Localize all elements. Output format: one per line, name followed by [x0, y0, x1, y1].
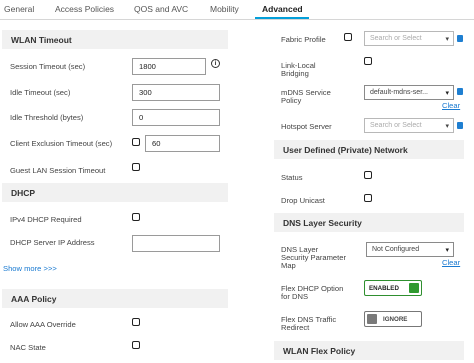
link-local-label-line2: Bridging [281, 69, 309, 78]
flex-dns-redirect-toggle[interactable]: IGNORE [364, 311, 422, 327]
fabric-profile-checkbox[interactable] [344, 33, 352, 41]
allow-aaa-override-checkbox[interactable] [132, 318, 140, 326]
ipv4-dhcp-required-label: IPv4 DHCP Required [10, 215, 82, 224]
nac-state-label: NAC State [10, 343, 46, 352]
dns-layer-security-header: DNS Layer Security [274, 213, 464, 232]
aaa-policy-header: AAA Policy [2, 289, 228, 308]
tab-qos-avc[interactable]: QOS and AVC [134, 4, 188, 14]
nac-state-checkbox[interactable] [132, 341, 140, 349]
flex-dhcp-dns-toggle-label: ENABLED [369, 285, 399, 292]
client-exclusion-input[interactable] [145, 135, 220, 152]
flex-dhcp-dns-label-line2: for DNS [281, 292, 309, 301]
fabric-profile-select[interactable]: Search or Select ▾ [364, 31, 454, 46]
toggle-knob [409, 283, 419, 293]
mdns-policy-label-line2: Policy [281, 96, 302, 105]
wlan-flex-policy-header: WLAN Flex Policy [274, 341, 464, 360]
mdns-clear-link[interactable]: Clear [442, 101, 460, 110]
flex-dns-redirect-toggle-label: IGNORE [383, 316, 408, 323]
dns-param-map-label-line3: Map [281, 261, 296, 270]
guest-lan-timeout-label: Guest LAN Session Timeout [10, 166, 106, 175]
chevron-down-icon: ▾ [445, 90, 449, 97]
dhcp-server-ip-input[interactable] [132, 235, 220, 252]
tab-access-policies[interactable]: Access Policies [55, 4, 114, 14]
ipv4-dhcp-required-checkbox[interactable] [132, 213, 140, 221]
tab-bar: General Access Policies QOS and AVC Mobi… [0, 0, 474, 20]
drop-unicast-label: Drop Unicast [281, 196, 325, 205]
chevron-down-icon: ▾ [445, 247, 449, 254]
flex-dhcp-dns-toggle[interactable]: ENABLED [364, 280, 422, 296]
client-exclusion-checkbox[interactable] [132, 138, 140, 146]
hotspot-server-label: Hotspot Server [281, 122, 332, 131]
tab-general[interactable]: General [4, 4, 34, 14]
mdns-policy-value: default-mdns-ser... [370, 89, 428, 96]
tab-advanced[interactable]: Advanced [262, 4, 303, 14]
wlan-timeout-header: WLAN Timeout [2, 30, 228, 49]
dns-param-map-clear-link[interactable]: Clear [442, 258, 460, 267]
hotspot-server-placeholder: Search or Select [370, 122, 422, 129]
session-timeout-label: Session Timeout (sec) [10, 62, 86, 71]
user-defined-network-header: User Defined (Private) Network [274, 140, 464, 159]
client-exclusion-label: Client Exclusion Timeout (sec) [10, 139, 113, 148]
udn-status-checkbox[interactable] [364, 171, 372, 179]
link-local-bridging-checkbox[interactable] [364, 57, 372, 65]
session-timeout-input[interactable] [132, 58, 206, 75]
mdns-policy-select[interactable]: default-mdns-ser... ▾ [364, 85, 454, 100]
dns-param-map-value: Not Configured [372, 246, 420, 253]
idle-threshold-label: Idle Threshold (bytes) [10, 113, 84, 122]
flex-dns-redirect-label-line2: Redirect [281, 323, 310, 332]
hotspot-server-select[interactable]: Search or Select ▾ [364, 118, 454, 133]
udn-status-label: Status [281, 173, 303, 182]
info-icon[interactable]: i [211, 59, 220, 68]
toggle-knob [367, 314, 377, 324]
fabric-profile-label: Fabric Profile [281, 35, 326, 44]
dhcp-server-ip-label: DHCP Server IP Address [10, 238, 95, 247]
edit-icon[interactable] [457, 88, 463, 95]
chevron-down-icon: ▾ [445, 123, 449, 130]
idle-threshold-input[interactable] [132, 109, 220, 126]
idle-timeout-label: Idle Timeout (sec) [10, 88, 71, 97]
tab-mobility[interactable]: Mobility [210, 4, 239, 14]
idle-timeout-input[interactable] [132, 84, 220, 101]
chevron-down-icon: ▾ [445, 36, 449, 43]
active-tab-indicator [255, 17, 309, 19]
drop-unicast-checkbox[interactable] [364, 194, 372, 202]
edit-icon[interactable] [457, 122, 463, 129]
dhcp-header: DHCP [2, 183, 228, 202]
allow-aaa-override-label: Allow AAA Override [10, 320, 76, 329]
fabric-profile-placeholder: Search or Select [370, 35, 422, 42]
dns-param-map-select[interactable]: Not Configured ▾ [366, 242, 454, 257]
show-more-link[interactable]: Show more >>> [3, 264, 57, 273]
guest-lan-timeout-checkbox[interactable] [132, 163, 140, 171]
edit-icon[interactable] [457, 35, 463, 42]
